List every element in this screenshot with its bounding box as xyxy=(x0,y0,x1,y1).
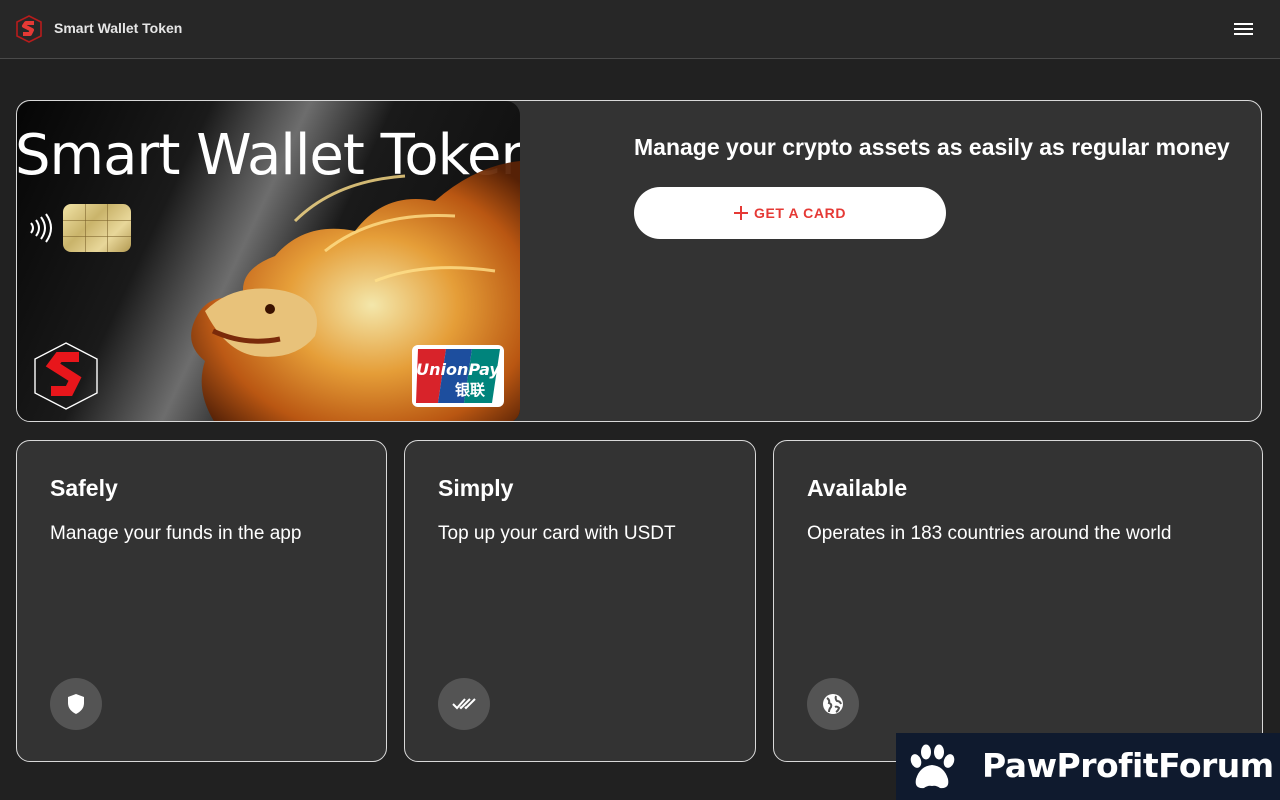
feature-card-available: Available Operates in 183 countries arou… xyxy=(773,440,1263,762)
watermark-text: PawProfitForum xyxy=(982,746,1274,785)
get-card-button[interactable]: GET A CARD xyxy=(634,187,946,239)
card-logo-icon xyxy=(34,342,98,410)
feature-text: Manage your funds in the app xyxy=(50,523,302,544)
feature-card-safely: Safely Manage your funds in the app xyxy=(16,440,387,762)
top-app-bar: Smart Wallet Token xyxy=(0,0,1280,59)
paw-icon xyxy=(910,744,955,789)
feature-card-simply: Simply Top up your card with USDT xyxy=(404,440,756,762)
feature-text: Operates in 183 countries around the wor… xyxy=(807,523,1172,544)
double-check-icon xyxy=(438,678,490,730)
hero-panel: Smart Wallet Token UnionPay 银联 Manage yo… xyxy=(16,100,1262,422)
app-title[interactable]: Smart Wallet Token xyxy=(54,20,182,36)
feature-title: Available xyxy=(807,475,908,501)
chip-icon xyxy=(63,204,131,252)
feature-text: Top up your card with USDT xyxy=(438,523,676,544)
get-card-label: GET A CARD xyxy=(753,205,847,221)
smart-wallet-logo[interactable] xyxy=(15,15,43,43)
feature-title: Safely xyxy=(50,475,118,501)
contactless-icon xyxy=(30,213,52,243)
plus-icon xyxy=(733,206,748,220)
hamburger-menu-icon[interactable] xyxy=(1228,15,1258,43)
unionpay-chinese-text: 银联 xyxy=(455,381,486,399)
hero-title: Manage your crypto assets as easily as r… xyxy=(634,134,1230,160)
unionpay-logo: UnionPay 银联 xyxy=(412,345,504,407)
feature-title: Simply xyxy=(438,475,514,501)
unionpay-text: UnionPay xyxy=(416,360,500,379)
card-image: Smart Wallet Token UnionPay 银联 xyxy=(17,101,520,421)
watermark-banner: PawProfitForum xyxy=(896,733,1280,800)
shield-icon xyxy=(50,678,102,730)
globe-icon xyxy=(807,678,859,730)
